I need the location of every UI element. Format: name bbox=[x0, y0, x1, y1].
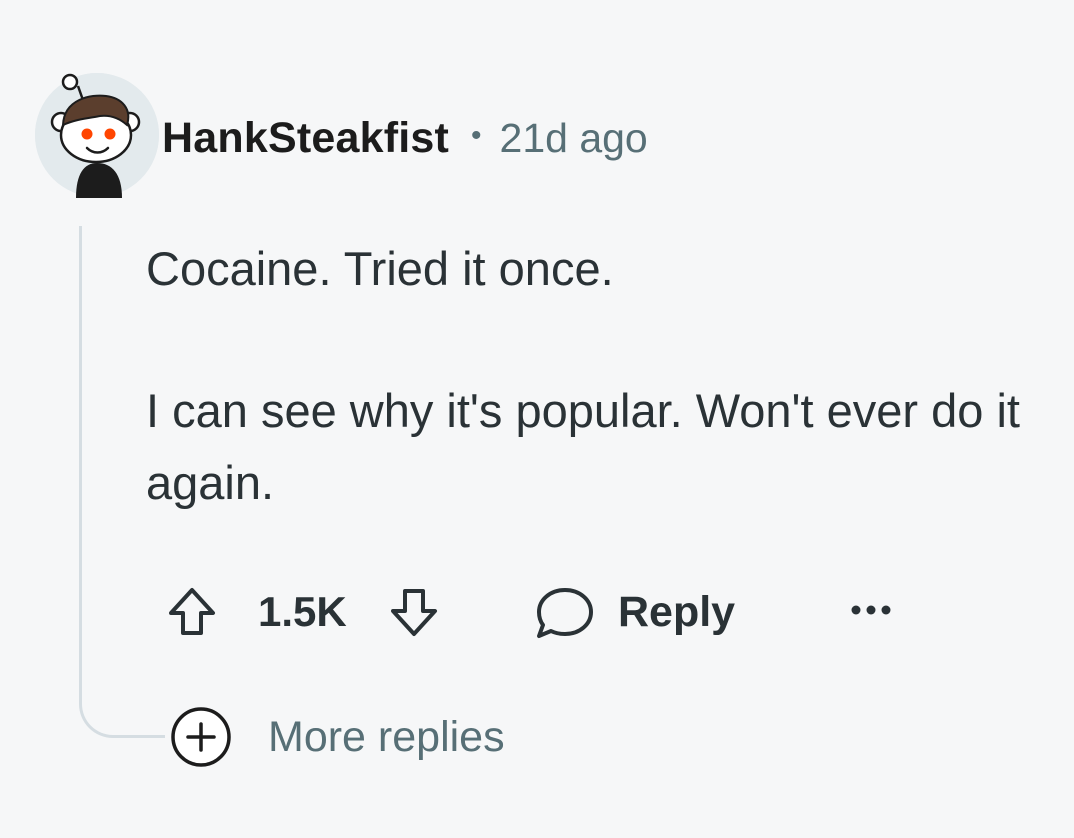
more-replies-label: More replies bbox=[268, 712, 505, 761]
speech-bubble-icon bbox=[537, 588, 593, 638]
meta-separator: • bbox=[471, 119, 482, 152]
author-name[interactable]: HankSteakfist bbox=[162, 114, 449, 163]
upvote-button[interactable] bbox=[162, 582, 222, 642]
ellipsis-icon bbox=[851, 605, 891, 615]
reply-label: Reply bbox=[618, 587, 736, 636]
timestamp[interactable]: 21d ago bbox=[500, 115, 648, 162]
comment-actions: 1.5K Reply bbox=[160, 576, 920, 646]
plus-circle-icon bbox=[171, 707, 231, 767]
comment-paragraph: I can see why it's popular. Won't ever d… bbox=[146, 384, 1020, 509]
comment-meta: HankSteakfist • 21d ago bbox=[162, 110, 648, 166]
comment-paragraph: Cocaine. Tried it once. bbox=[146, 242, 614, 295]
reply-button[interactable]: Reply bbox=[534, 582, 735, 642]
comment-screenshot: HankSteakfist • 21d ago Cocaine. Tried i… bbox=[0, 0, 1074, 838]
downvote-button[interactable] bbox=[384, 582, 444, 642]
arrow-up-outline-icon bbox=[169, 588, 215, 635]
more-options-button[interactable] bbox=[847, 596, 895, 624]
arrow-down-outline-icon bbox=[391, 589, 437, 636]
avatar[interactable] bbox=[34, 72, 160, 198]
more-replies-button[interactable]: More replies bbox=[170, 707, 505, 767]
comment-body: Cocaine. Tried it once. I can see why it… bbox=[146, 233, 1026, 519]
vote-score: 1.5K bbox=[258, 588, 347, 635]
